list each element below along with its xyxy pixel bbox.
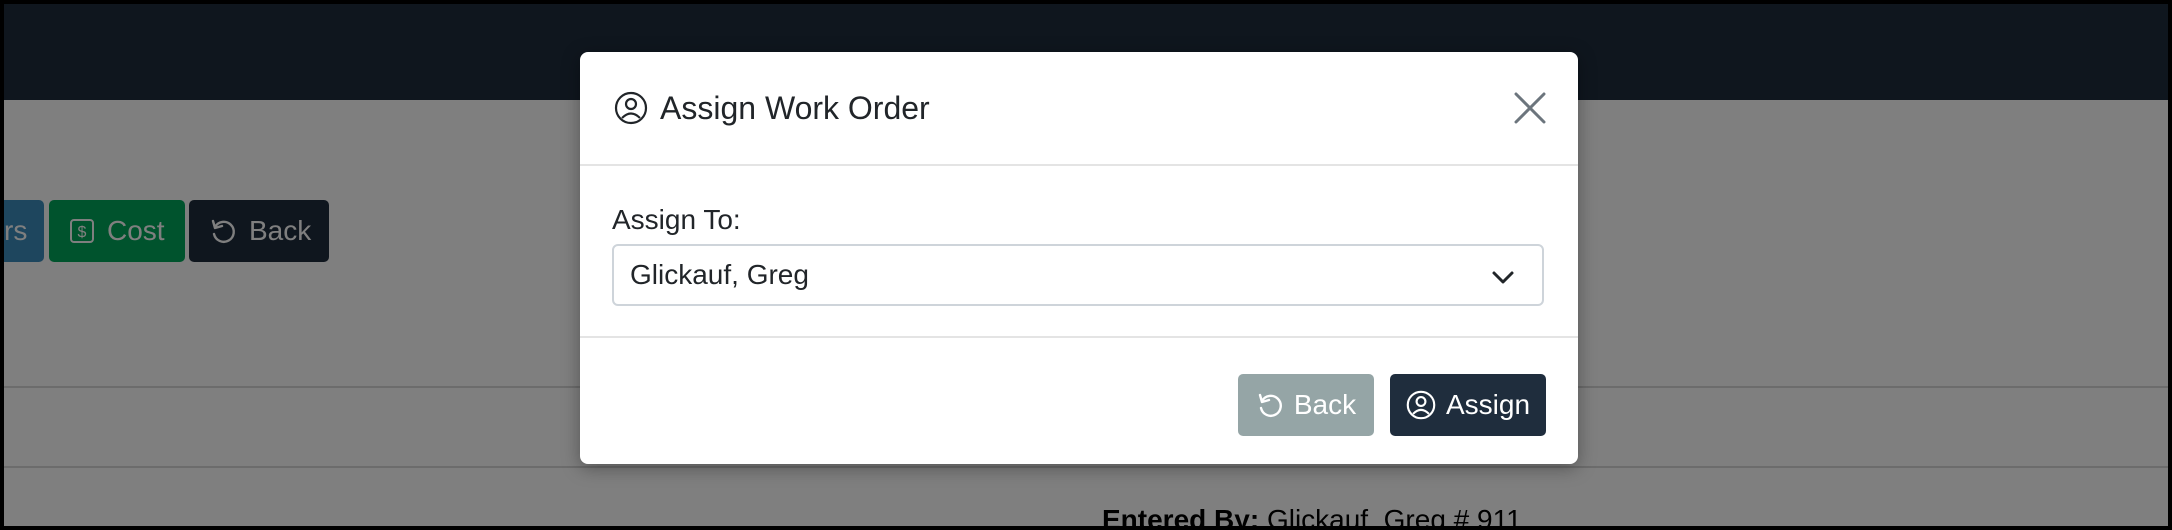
modal-title: Assign Work Order [614,90,930,127]
modal-body: Assign To: Glickauf, Greg [580,166,1578,338]
assign-to-value: Glickauf, Greg [630,259,809,290]
modal-footer: Back Assign [580,338,1578,464]
chevron-down-icon [1490,264,1516,290]
user-circle-icon [1406,390,1436,420]
modal-back-button[interactable]: Back [1238,374,1374,436]
assign-button-label: Assign [1445,389,1531,420]
modal-header: Assign Work Order [580,52,1578,166]
assign-work-order-dialog: Assign Work Order Assign To: Glickauf, G… [580,52,1578,464]
modal-back-button-label: Back [1293,389,1357,420]
close-icon[interactable] [1512,90,1548,126]
assign-button[interactable]: Assign [1390,374,1546,436]
assign-to-select[interactable]: Glickauf, Greg [612,244,1544,306]
assign-to-label: Assign To: [612,204,741,235]
user-circle-icon [614,91,648,125]
screen: rs $ Cost Back Entered By: Glickauf, Gre… [4,4,2168,526]
undo-icon [1256,391,1284,419]
modal-title-text: Assign Work Order [660,89,930,126]
